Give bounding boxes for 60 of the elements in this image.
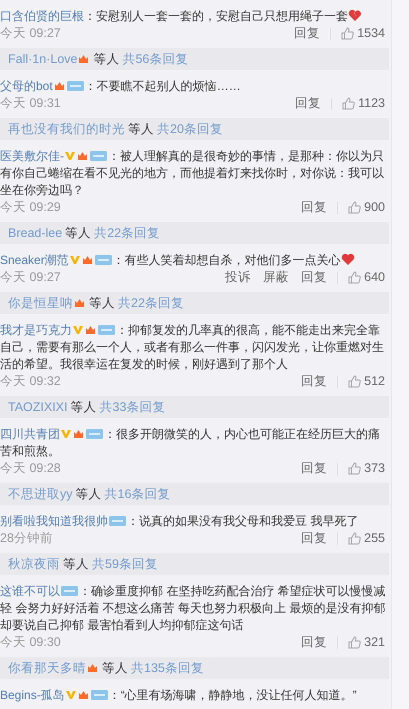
- author-link[interactable]: 父母的bot: [0, 79, 53, 93]
- comment-text: 口含伯贤的巨根：安慰别人一套一套的，安慰自己只想用绳子一套: [0, 8, 391, 25]
- replies-bar[interactable]: 再也没有我们的时光 等人 共20条回复: [0, 118, 389, 140]
- timestamp: 今天 09:32: [0, 373, 61, 390]
- timestamp: 今天 09:27: [0, 25, 61, 42]
- replies-bar[interactable]: 秋凉夜雨 等人 共59条回复: [0, 553, 389, 575]
- like-button[interactable]: 321: [348, 634, 385, 651]
- thumbs-up-icon: [348, 636, 362, 649]
- replies-bar[interactable]: Bread-lee 等人 共22条回复: [0, 222, 389, 244]
- action-link[interactable]: 回复: [301, 530, 328, 547]
- comment-text: Begins-孤岛 ：“心里有场海啸，静静地，没让任何人知道。”: [0, 687, 358, 704]
- like-button[interactable]: 1534: [341, 25, 385, 42]
- timestamp: 28分钟前: [0, 530, 53, 547]
- action-link[interactable]: 投诉: [225, 269, 252, 286]
- like-button[interactable]: 1123: [342, 95, 385, 112]
- thumbs-up-icon: [342, 97, 356, 110]
- like-button[interactable]: 900: [348, 199, 385, 216]
- thumbs-up-icon: [348, 462, 362, 475]
- comment-text: 我才是巧克力 ：抑郁复发的几率真的很高，能不能走出来完全靠自己，需要有那么一个人，或者有那么一件事，闪闪发光，让你重燃对生活的希望。我很幸运在复发的时候，刚好遇到了那个人: [0, 322, 385, 373]
- comment-text: 这谁不可以 ：确诊重度抑郁 在坚持吃药配合治疗 希望症状可以慢慢减轻 会努力好好活着 不想这么痛苦 每天也努力积极向上 最烦的是没有抑郁却要说自己抑郁 最害怕看到人均抑郁症这句话: [0, 583, 387, 634]
- action-link[interactable]: 回复: [301, 269, 328, 286]
- action-link[interactable]: 回复: [294, 25, 320, 42]
- timestamp: 今天 09:30: [0, 634, 61, 651]
- timestamp: 今天 09:31: [0, 95, 61, 112]
- action-link[interactable]: 回复: [301, 199, 328, 216]
- replies-bar[interactable]: 不思进取yy 等人 共16条回复: [0, 483, 389, 505]
- timestamp: 今天 09:29: [0, 199, 61, 216]
- replies-bar[interactable]: 你看那天多晴 等人 共135条回复: [0, 657, 389, 679]
- comment-text: Sneaker潮范 ：有些人笑着却想自杀，对他们多一点关心: [0, 252, 391, 269]
- like-button[interactable]: 512: [348, 373, 385, 390]
- timestamp: 今天 09:28: [0, 460, 61, 477]
- author-link[interactable]: 口含伯贤的巨根: [0, 9, 84, 23]
- action-link[interactable]: 回复: [301, 460, 328, 477]
- thumbs-up-icon: [348, 532, 362, 545]
- comment-text: 父母的bot ：不要瞧不起别人的烦恼……: [0, 78, 242, 95]
- timestamp: 今天 09:27: [0, 269, 61, 286]
- thumbs-up-icon: [348, 375, 362, 388]
- replies-bar[interactable]: TAOZIXIXI 等人 共33条回复: [0, 396, 389, 418]
- author-link[interactable]: Sneaker潮范: [0, 253, 69, 267]
- comment-text: 医美敷尔佳- ：被人理解真的是很奇妙的事情，是那种：你以为只有你自己蜷缩在看不见光的地方，而他提着灯来找你时，对你说：我可以坐在你旁边吗？: [0, 148, 385, 199]
- comment-text: 别看啦我知道我很帅 ：说真的如果没有我父母和我爱豆 我早死了: [0, 513, 360, 530]
- action-link[interactable]: 屏蔽: [263, 269, 290, 286]
- like-button[interactable]: 640: [348, 269, 385, 286]
- replies-bar[interactable]: 你是恒星呐 等人 共22条回复: [0, 292, 389, 314]
- like-button[interactable]: 373: [348, 460, 385, 477]
- author-link[interactable]: 别看啦我知道我很帅: [0, 514, 108, 528]
- comment-text: 四川共青团 ：很多开朗微笑的人，内心也可能正在经历巨大的痛苦和煎熬。: [0, 426, 381, 460]
- author-link[interactable]: 四川共青团: [0, 427, 60, 441]
- author-link[interactable]: Begins-孤岛: [0, 688, 65, 702]
- like-button[interactable]: 255: [348, 530, 385, 547]
- action-link[interactable]: 回复: [301, 373, 328, 390]
- thumbs-up-icon: [348, 201, 362, 214]
- author-link[interactable]: 这谁不可以: [0, 584, 60, 598]
- author-link[interactable]: 医美敷尔佳-: [0, 149, 64, 163]
- action-link[interactable]: 回复: [295, 95, 322, 112]
- action-link[interactable]: 回复: [301, 634, 328, 651]
- author-link[interactable]: 我才是巧克力: [0, 323, 72, 337]
- thumbs-up-icon: [348, 271, 362, 284]
- thumbs-up-icon: [341, 27, 354, 40]
- replies-bar[interactable]: Fall·1n·Love 等人 共56条回复: [0, 48, 389, 70]
